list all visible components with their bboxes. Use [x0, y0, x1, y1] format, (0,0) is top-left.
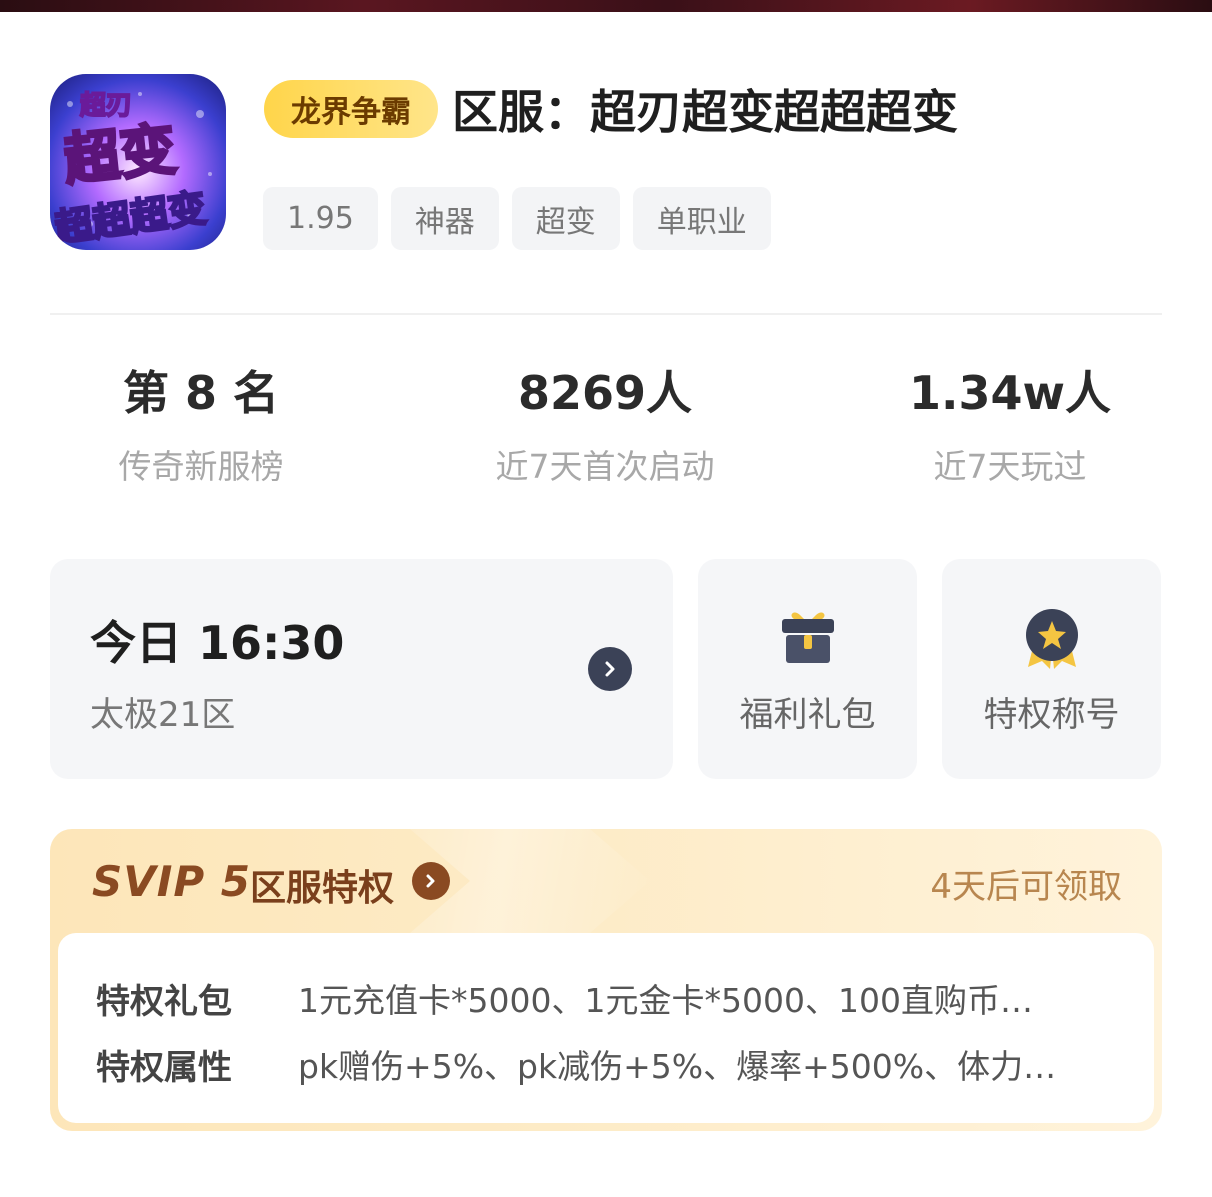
svg-text:超超超变: 超超超变	[52, 186, 209, 250]
perk-row-attribute[interactable]: 特权属性 pk赠伤+5%、pk减伤+5%、爆率+500%、体力…	[96, 1039, 1108, 1089]
perk-value: 1元充值卡*5000、1元金卡*5000、100直购币…	[298, 981, 1033, 1020]
chevron-right-icon[interactable]	[412, 862, 450, 900]
top-banner-strip	[0, 0, 1212, 12]
divider	[50, 313, 1162, 315]
open-zone: 太极21区	[90, 695, 236, 735]
open-time: 今日 16:30	[90, 616, 345, 670]
tag-version[interactable]: 1.95	[263, 187, 378, 250]
stat-rank[interactable]: 第 8 名 传奇新服榜	[1, 360, 401, 492]
gift-box-icon	[698, 605, 917, 675]
stat-first-launch-label: 近7天首次启动	[495, 447, 715, 486]
perk-row-gift[interactable]: 特权礼包 1元充值卡*5000、1元金卡*5000、100直购币…	[96, 973, 1108, 1023]
stat-played[interactable]: 1.34w人 近7天玩过	[810, 360, 1210, 492]
chevron-right-icon[interactable]	[588, 647, 632, 691]
privilege-title-card[interactable]: 特权称号	[942, 559, 1161, 779]
tag-super-change[interactable]: 超变	[511, 187, 620, 250]
svip-claim-status: 4天后可领取	[930, 867, 1122, 907]
game-logo-art: 超刃 超变 超超超变	[51, 90, 212, 250]
server-badge: 龙界争霸	[264, 80, 438, 138]
svg-text:超刃: 超刃	[80, 91, 132, 121]
tag-list: 1.95 神器 超变 单职业	[263, 187, 771, 250]
stat-first-launch[interactable]: 8269人 近7天首次启动	[405, 360, 805, 492]
svip-privilege-panel[interactable]: SVIP 5 区服特权 4天后可领取 特权礼包 1元充值卡*5000、1元金卡*…	[50, 829, 1162, 1131]
gift-pack-label: 福利礼包	[739, 695, 876, 735]
star-medal-icon	[942, 605, 1161, 675]
perk-label: 特权属性	[96, 1047, 232, 1088]
tag-artifact[interactable]: 神器	[390, 187, 499, 250]
privilege-title-label: 特权称号	[983, 695, 1120, 735]
game-app-icon[interactable]: 超刃 超变 超超超变	[50, 74, 226, 250]
server-open-card[interactable]: 今日 16:30 太极21区	[50, 559, 673, 779]
svip-title: 区服特权	[250, 868, 395, 909]
svip-level-badge: SVIP 5	[92, 857, 252, 906]
svg-text:超变: 超变	[61, 117, 179, 193]
perk-value: pk赠伤+5%、pk减伤+5%、爆率+500%、体力…	[298, 1047, 1057, 1086]
stat-played-label: 近7天玩过	[933, 447, 1087, 486]
stat-rank-value: 第 8 名	[122, 366, 280, 420]
svip-shine-decoration	[410, 829, 650, 933]
tag-single-class[interactable]: 单职业	[632, 187, 771, 250]
svip-perk-list: 特权礼包 1元充值卡*5000、1元金卡*5000、100直购币… 特权属性 p…	[58, 933, 1154, 1123]
stat-rank-label: 传奇新服榜	[118, 447, 284, 486]
perk-label: 特权礼包	[96, 981, 232, 1022]
page-title: 区服：超刃超变超超超变	[452, 85, 958, 139]
stat-first-launch-value: 8269人	[517, 366, 693, 420]
gift-pack-card[interactable]: 福利礼包	[698, 559, 917, 779]
stat-played-value: 1.34w人	[909, 366, 1111, 420]
